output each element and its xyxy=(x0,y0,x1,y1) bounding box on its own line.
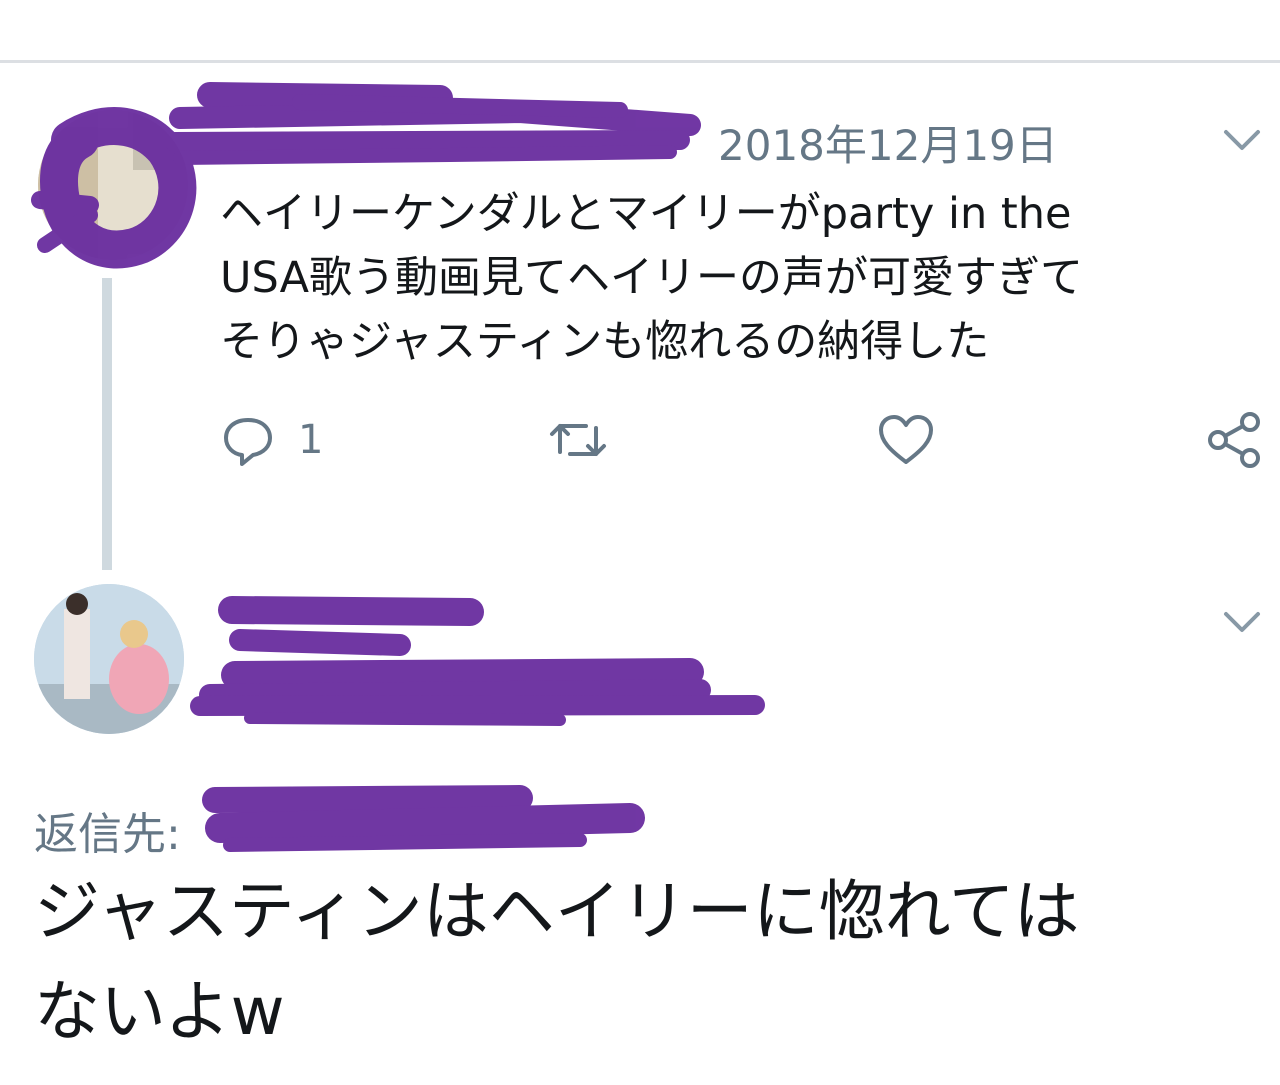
tweet-menu-button[interactable] xyxy=(1218,116,1266,164)
share-button[interactable] xyxy=(1206,410,1262,470)
tweet-thread-page: 2018年12月19日 ヘイリーケンダルとマイリーがparty in the U… xyxy=(0,0,1280,1085)
thread-connector-line xyxy=(102,278,112,570)
share-icon xyxy=(1208,412,1260,468)
chevron-down-icon xyxy=(1224,130,1260,150)
reply-icon xyxy=(224,418,272,466)
top-divider xyxy=(0,60,1280,63)
retweet-icon xyxy=(550,424,606,456)
retweet-button[interactable] xyxy=(546,410,610,470)
avatar[interactable] xyxy=(38,110,188,260)
tweet-timestamp[interactable]: 2018年12月19日 xyxy=(718,112,1058,173)
reply-count: 1 xyxy=(298,417,324,463)
tweet-actions: 1 xyxy=(220,410,1270,470)
avatar[interactable] xyxy=(34,584,184,734)
like-button[interactable] xyxy=(876,410,936,470)
chevron-down-icon xyxy=(1224,612,1260,632)
reply-to-label: 返信先: xyxy=(34,809,181,860)
tweet-menu-button[interactable] xyxy=(1218,598,1266,646)
tweet-text: ジャスティンはヘイリーに惚れては ないよw xyxy=(34,873,1080,1050)
heart-icon xyxy=(879,415,933,464)
tweet-author-header[interactable] xyxy=(220,105,1210,175)
tweet-text: ヘイリーケンダルとマイリーがparty in the USA歌う動画見てヘイリー… xyxy=(220,189,1083,367)
reply-button[interactable]: 1 xyxy=(220,410,323,470)
